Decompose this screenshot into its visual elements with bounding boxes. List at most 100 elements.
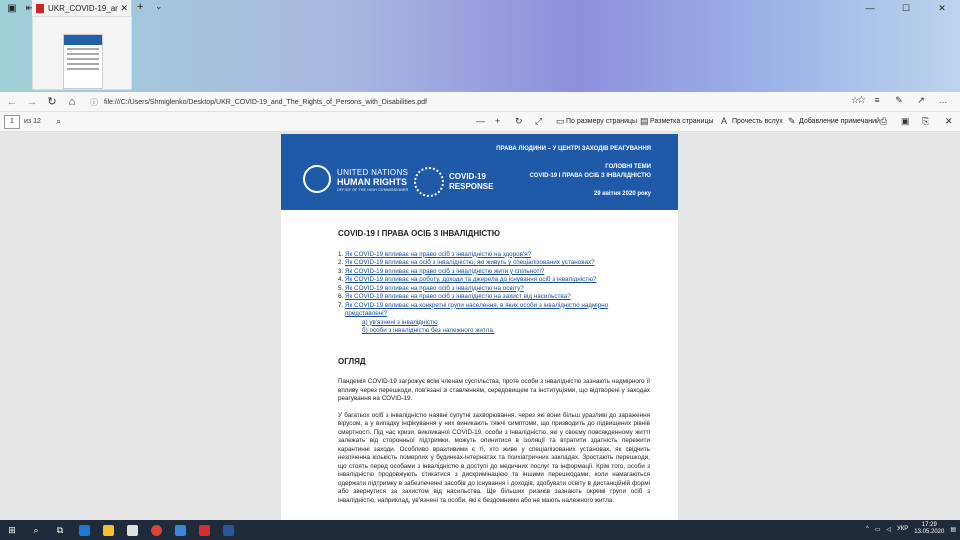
file-explorer-icon[interactable] [96, 520, 120, 540]
language-indicator[interactable]: УКР [897, 526, 908, 532]
banner-line1: ПРАВА ЛЮДИНИ – У ЦЕНТРІ ЗАХОДІВ РЕАГУВАН… [496, 146, 651, 152]
clock-date: 13.05.2020 [914, 529, 945, 535]
add-notes-icon[interactable]: ✎ [788, 116, 796, 127]
toc-sub-link[interactable]: б) особи з інвалідністю без належного жи… [362, 327, 495, 336]
search-icon[interactable]: ⌕ [24, 520, 48, 540]
back-button[interactable]: ← [2, 96, 22, 108]
toc-link[interactable]: Як COVID-19 впливає на право осіб з інва… [345, 251, 531, 260]
home-button[interactable]: ⌂ [62, 96, 82, 108]
toc-link[interactable]: Як COVID-19 впливає на право осіб з інва… [345, 285, 524, 294]
minimize-button[interactable]: — [852, 0, 888, 16]
un-emblem-icon [303, 165, 331, 193]
mail-icon[interactable] [168, 520, 192, 540]
pdf-page: ПРАВА ЛЮДИНИ – У ЦЕНТРІ ЗАХОДІВ РЕАГУВАН… [281, 134, 678, 520]
fit-page-icon[interactable]: ▭ [556, 116, 565, 127]
page-layout-button[interactable]: Разметка страницы [650, 118, 714, 125]
new-tab-button[interactable]: + [137, 1, 143, 13]
tab-preview-thumbnail[interactable] [32, 16, 132, 90]
forward-button[interactable]: → [22, 96, 42, 108]
tab-preview-chevron-icon[interactable]: ⌄ [155, 1, 163, 12]
tab-close-icon[interactable]: ✕ [120, 3, 128, 14]
save-icon[interactable]: ▣ [901, 116, 910, 127]
chrome-icon[interactable] [144, 520, 168, 540]
pin-toolbar-icon[interactable]: ✕ [945, 116, 953, 127]
toc-link[interactable]: Як COVID-19 впливає на право осіб з інва… [345, 268, 544, 277]
print-icon[interactable]: ⎙ [880, 116, 887, 127]
overview-paragraph-2: У багатьох осіб з інвалідністю наявні су… [338, 411, 650, 504]
url-field[interactable]: ⓘ file:///C:/Users/Shmiglenko/Desktop/UK… [88, 94, 868, 110]
clock-time: 17:29 [921, 522, 937, 528]
toc-link[interactable]: Як COVID-19 впливає на роботу, доходи та… [345, 276, 596, 285]
toc-item[interactable]: 2. Як COVID-19 впливає на осіб з інвалідн… [338, 259, 650, 268]
zoom-out-icon[interactable]: — [476, 116, 485, 126]
banner-line2: ГОЛОВНІ ТЕМИ [605, 164, 651, 170]
overview-paragraph-1: Пандемія COVID-19 загрожує всім членам с… [338, 378, 650, 402]
volume-icon[interactable]: ◁ [886, 526, 891, 533]
toc-subitem[interactable]: а) ув'язнені з інвалідністю [338, 319, 650, 328]
toc-item[interactable]: 6. Як COVID-19 впливає на право осіб з ін… [338, 293, 650, 302]
save-as-icon[interactable]: ⎘ [922, 116, 929, 127]
toc-item[interactable]: 7. Як COVID-19 впливає на конкретні групи… [338, 302, 650, 319]
toc-link[interactable]: Як COVID-19 впливає на конкретні групи н… [345, 302, 650, 319]
toc-link[interactable]: Як COVID-19 впливає на право осіб з інва… [345, 293, 571, 302]
address-bar: ← → ↻ ⌂ ⓘ file:///C:/Users/Shmiglenko/De… [0, 92, 960, 112]
document-title: COVID-19 І ПРАВА ОСІБ З ІНВАЛІДНІСТЮ [338, 229, 501, 238]
info-icon[interactable]: ⓘ [88, 97, 100, 108]
pdf-toolbar: 1 из 12 ⌕ — + ↻ ⤢ ▭ По размеру страницы … [0, 112, 960, 132]
toc-item[interactable]: 1. Як COVID-19 впливає на право осіб з ін… [338, 251, 650, 260]
pdf-viewer[interactable]: ПРАВА ЛЮДИНИ – У ЦЕНТРІ ЗАХОДІВ РЕАГУВАН… [0, 132, 960, 520]
task-view-icon[interactable]: ⧉ [48, 520, 72, 540]
maximize-button[interactable]: ☐ [888, 0, 924, 16]
page-number-input[interactable]: 1 [4, 115, 20, 129]
tray-arrow-icon[interactable]: ^ [866, 526, 869, 532]
pen-icon[interactable]: ✎ [888, 95, 910, 106]
start-button[interactable]: ⊞ [0, 520, 24, 540]
add-notes-button[interactable]: Добавление примечаний [799, 118, 880, 125]
read-aloud-button[interactable]: Прочесть вслух [732, 118, 783, 125]
more-icon[interactable]: … [932, 95, 954, 106]
edge-browser-icon[interactable] [72, 520, 96, 540]
browser-tab[interactable]: UKR_COVID-19_and_Th ✕ [32, 0, 132, 16]
overview-heading: ОГЛЯД [338, 356, 366, 366]
close-window-button[interactable]: ✕ [924, 0, 960, 16]
toc-link[interactable]: Як COVID-19 впливає на осіб з інвалідніс… [345, 259, 595, 268]
toc-item[interactable]: 3. Як COVID-19 впливає на право осіб з ін… [338, 268, 650, 277]
table-of-contents: 1. Як COVID-19 впливає на право осіб з ін… [338, 251, 650, 336]
reading-list-icon[interactable]: ≡ [866, 95, 888, 106]
share-icon[interactable]: ↗ [910, 95, 932, 106]
un-logo-line2: HUMAN RIGHTS [337, 177, 407, 187]
search-icon[interactable]: ⌕ [56, 116, 61, 127]
refresh-button[interactable]: ↻ [42, 95, 62, 108]
title-bar: ▣ ⇤ [0, 0, 960, 16]
rotate-icon[interactable]: ↻ [515, 116, 523, 127]
read-aloud-icon[interactable]: A [721, 116, 727, 126]
covid-globe-icon [414, 167, 444, 197]
url-text: file:///C:/Users/Shmiglenko/Desktop/UKR_… [104, 98, 427, 106]
clock[interactable]: 17:29 13.05.2020 [914, 522, 944, 536]
page-layout-icon[interactable]: ▤ [640, 116, 649, 127]
covid-label: COVID-19 [449, 172, 486, 181]
system-tray: ^ ▭ ◁ УКР 17:29 13.05.2020 ▤ [866, 522, 956, 536]
toc-sub-link[interactable]: а) ув'язнені з інвалідністю [362, 319, 438, 328]
banner-line3: COVID-19 І ПРАВА ОСІБ З ІНВАЛІДНІСТЮ [529, 173, 651, 179]
fullscreen-icon[interactable]: ⤢ [535, 116, 542, 127]
window-controls: — ☐ ✕ [852, 0, 960, 16]
red-app-icon[interactable] [192, 520, 216, 540]
network-icon[interactable]: ▭ [875, 526, 881, 533]
notifications-icon[interactable]: ▤ [950, 526, 956, 533]
windows-taskbar: ⊞ ⌕ ⧉ ^ ▭ ◁ УКР 17:29 13.05.2020 ▤ [0, 520, 960, 540]
toc-item[interactable]: 5. Як COVID-19 впливає на право осіб з ін… [338, 285, 650, 294]
document-banner: ПРАВА ЛЮДИНИ – У ЦЕНТРІ ЗАХОДІВ РЕАГУВАН… [281, 134, 678, 210]
store-icon[interactable] [120, 520, 144, 540]
fit-page-button[interactable]: По размеру страницы [566, 118, 637, 125]
favorites-icon[interactable]: ☆ [844, 95, 866, 106]
tab-title: UKR_COVID-19_and_Th [48, 3, 119, 13]
preview-page [63, 34, 103, 89]
page-total: из 12 [24, 118, 41, 125]
toc-subitem[interactable]: б) особи з інвалідністю без належного жи… [338, 327, 650, 336]
un-logo-line1: UNITED NATIONS [337, 168, 409, 177]
word-icon[interactable] [216, 520, 240, 540]
tab-actions-icon[interactable]: ▣ [6, 3, 18, 14]
toc-item[interactable]: 4. Як COVID-19 впливає на роботу, доходи … [338, 276, 650, 285]
zoom-in-icon[interactable]: + [495, 116, 500, 126]
